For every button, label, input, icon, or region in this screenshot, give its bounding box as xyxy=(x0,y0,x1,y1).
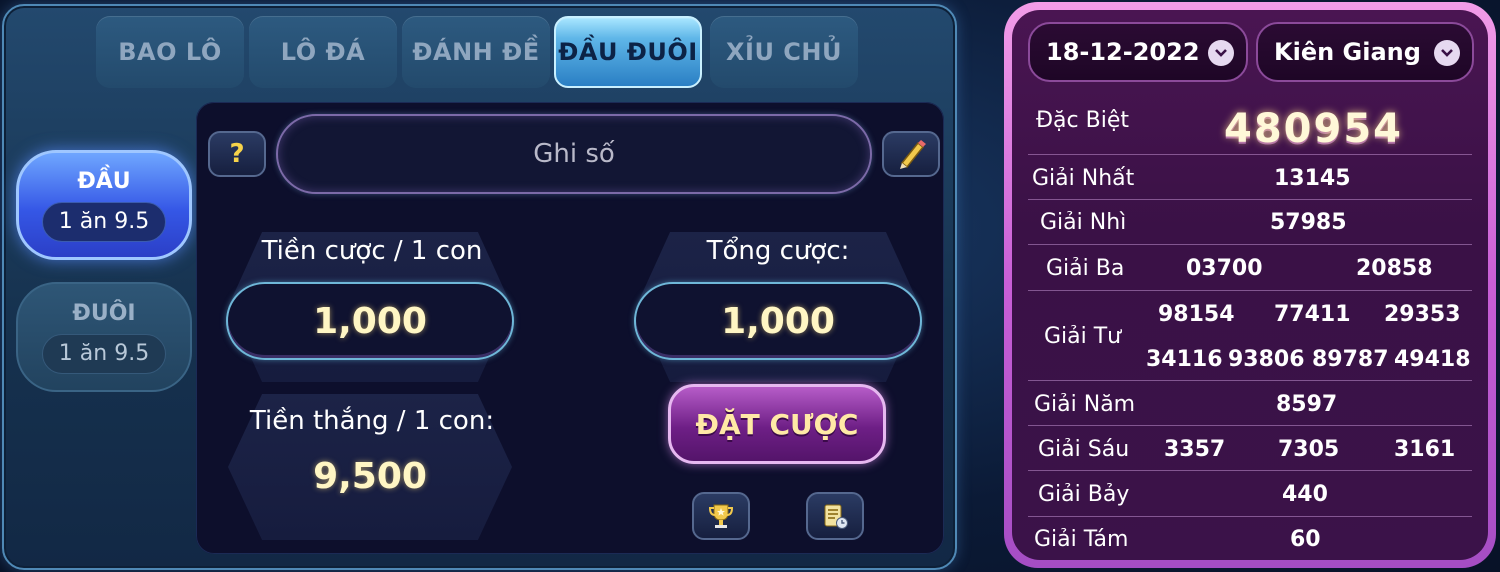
chevron-down-icon xyxy=(1208,40,1234,66)
row-divider xyxy=(1028,380,1472,381)
trophy-button[interactable] xyxy=(692,492,750,540)
help-button[interactable]: ? xyxy=(208,131,266,177)
win-per-number-label: Tiền thắng / 1 con: xyxy=(249,406,495,436)
prize-sixth-number: 3161 xyxy=(1394,437,1456,462)
bet-per-number-field[interactable]: 1,000 xyxy=(226,282,514,360)
prize-fourth-number: 77411 xyxy=(1274,302,1351,327)
tab-lo-da[interactable]: LÔ ĐÁ xyxy=(249,16,397,88)
results-panel: 18-12-2022 Kiên Giang Đặc Biệt 480954 Gi… xyxy=(1004,2,1496,568)
bet-history-icon xyxy=(824,504,848,529)
option-dau-title: ĐẦU xyxy=(77,168,131,194)
prize-eighth-number: 60 xyxy=(1290,527,1321,552)
row-divider xyxy=(1028,154,1472,155)
row-divider xyxy=(1028,199,1472,200)
prize-label-special: Đặc Biệt xyxy=(1036,108,1129,133)
win-per-number-value: 9,500 xyxy=(313,456,427,497)
prize-label-sixth: Giải Sáu xyxy=(1038,437,1130,462)
help-icon: ? xyxy=(229,139,245,169)
special-prize-number: 480954 xyxy=(1224,106,1403,152)
edit-button[interactable] xyxy=(882,131,940,177)
option-duoi-button[interactable]: ĐUÔI 1 ăn 9.5 xyxy=(16,282,192,392)
tab-bao-lo[interactable]: BAO LÔ xyxy=(96,16,244,88)
province-value: Kiên Giang xyxy=(1274,38,1421,66)
date-select[interactable]: 18-12-2022 xyxy=(1028,22,1248,82)
trophy-icon xyxy=(708,504,734,528)
row-divider xyxy=(1028,425,1472,426)
prize-label-seventh: Giải Bảy xyxy=(1038,482,1130,507)
prize-sixth-number: 3357 xyxy=(1164,437,1226,462)
prize-label-third: Giải Ba xyxy=(1046,256,1125,281)
tab-dau-duoi[interactable]: ĐẦU ĐUÔI xyxy=(554,16,702,88)
province-select[interactable]: Kiên Giang xyxy=(1256,22,1474,82)
prize-label-eighth: Giải Tám xyxy=(1034,527,1129,552)
date-value: 18-12-2022 xyxy=(1046,38,1200,66)
prize-third-number: 20858 xyxy=(1356,256,1433,281)
prize-sixth-number: 7305 xyxy=(1278,437,1340,462)
option-duoi-title: ĐUÔI xyxy=(72,300,136,326)
prize-label-first: Giải Nhất xyxy=(1032,166,1135,191)
prize-fourth-number: 93806 xyxy=(1228,347,1305,372)
chevron-down-icon xyxy=(1434,40,1460,66)
prize-seventh-number: 440 xyxy=(1282,482,1328,507)
option-duoi-odds: 1 ăn 9.5 xyxy=(42,333,166,374)
results-board: 18-12-2022 Kiên Giang Đặc Biệt 480954 Gi… xyxy=(1012,10,1488,560)
prize-fourth-number: 98154 xyxy=(1158,302,1235,327)
option-dau-odds: 1 ăn 9.5 xyxy=(42,201,166,242)
pencil-icon xyxy=(900,140,926,169)
prize-label-fourth: Giải Tư xyxy=(1044,324,1122,349)
prize-fourth-number: 34116 xyxy=(1146,347,1223,372)
prize-fourth-number: 29353 xyxy=(1384,302,1461,327)
bet-history-button[interactable] xyxy=(806,492,864,540)
prize-second-number: 57985 xyxy=(1270,210,1347,235)
tab-xiu-chu[interactable]: XỈU CHỦ xyxy=(710,16,858,88)
prize-fourth-number: 89787 xyxy=(1312,347,1389,372)
option-dau-button[interactable]: ĐẦU 1 ăn 9.5 xyxy=(16,150,192,260)
prize-third-number: 03700 xyxy=(1186,256,1263,281)
prize-fifth-number: 8597 xyxy=(1276,392,1338,417)
total-bet-label: Tổng cược: xyxy=(706,236,850,266)
total-bet-value: 1,000 xyxy=(634,282,922,360)
row-divider xyxy=(1028,516,1472,517)
row-divider xyxy=(1028,244,1472,245)
prize-label-second: Giải Nhì xyxy=(1040,210,1127,235)
row-divider xyxy=(1028,290,1472,291)
prize-first-number: 13145 xyxy=(1274,166,1351,191)
number-input[interactable] xyxy=(276,114,872,194)
bet-per-number-label: Tiền cược / 1 con xyxy=(261,236,483,266)
prize-fourth-number: 49418 xyxy=(1394,347,1471,372)
prize-label-fifth: Giải Năm xyxy=(1034,392,1136,417)
place-bet-button[interactable]: ĐẶT CƯỢC xyxy=(668,384,886,464)
tab-danh-de[interactable]: ĐÁNH ĐỀ xyxy=(402,16,550,88)
row-divider xyxy=(1028,470,1472,471)
